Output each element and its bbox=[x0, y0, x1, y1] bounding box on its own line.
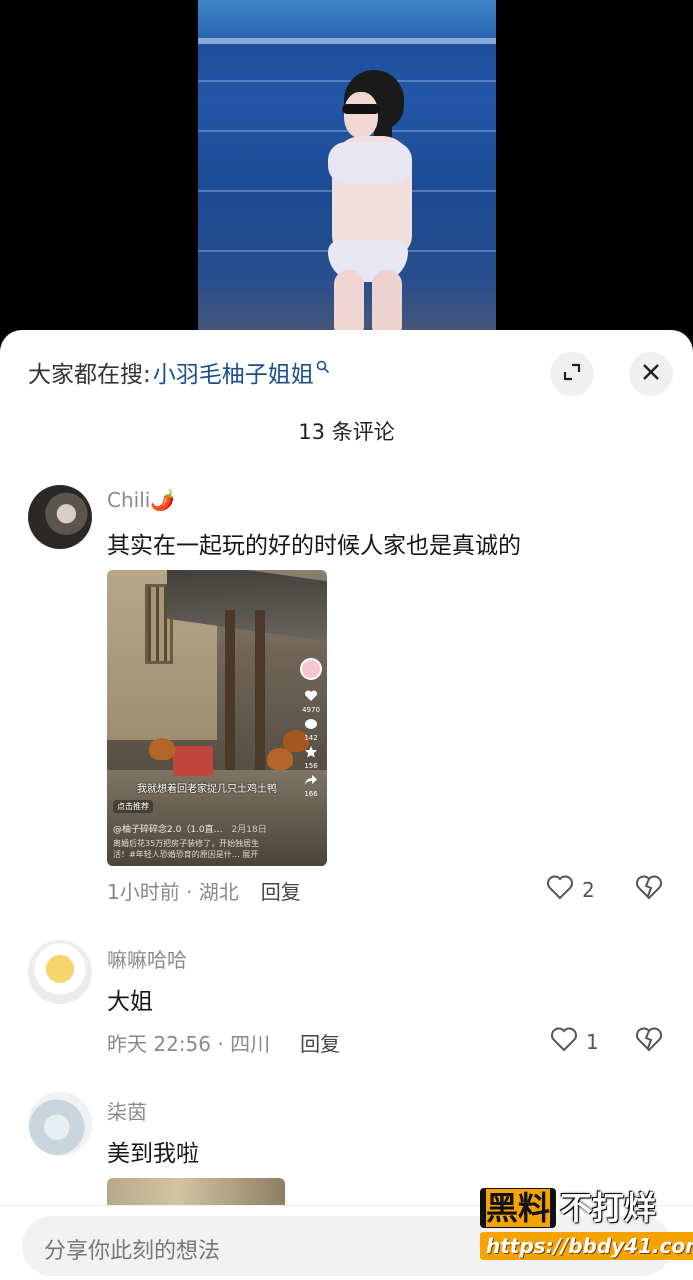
dislike-button[interactable] bbox=[635, 1026, 663, 1056]
comment-meta: 1小时前 · 湖北 回复 bbox=[107, 876, 301, 905]
comment-time-location: 昨天 22:56 · 四川 bbox=[107, 1032, 271, 1056]
comment-text: 大姐 bbox=[107, 989, 153, 1015]
comment-image[interactable]: 我就想着回老家捉几只土鸡土鸭 点击推荐 @柚子碎碎念2.0（1.0直… 2月18… bbox=[107, 570, 327, 866]
search-suggestion[interactable]: 大家都在搜: 小羽毛柚子姐姐 bbox=[28, 354, 330, 390]
like-button[interactable]: 2 bbox=[546, 874, 595, 905]
comment-count: 13 条评论 bbox=[298, 420, 395, 444]
comment-username[interactable]: 柒茵 bbox=[107, 1096, 147, 1125]
avatar[interactable] bbox=[28, 1092, 92, 1156]
reply-button[interactable]: 回复 bbox=[261, 876, 301, 905]
embed-tag: 点击推荐 bbox=[113, 800, 153, 813]
embed-caption: 我就想着回老家捉几只土鸡土鸭 bbox=[137, 784, 277, 795]
comment-image[interactable] bbox=[107, 1178, 285, 1208]
watermark-slogan: 不打烊 bbox=[560, 1189, 657, 1227]
close-button[interactable] bbox=[629, 352, 673, 396]
embed-author: @柚子碎碎念2.0（1.0直… 2月18日 bbox=[113, 825, 267, 835]
embed-description: 离婚后花35万把房子装修了，开始独居生 活！#年轻人恐婚恐育的原因是什… 展开 bbox=[113, 839, 260, 859]
comment-username[interactable]: 嘛嘛哈哈 bbox=[107, 944, 187, 973]
like-count: 1 bbox=[586, 1029, 599, 1054]
reply-button[interactable]: 回复 bbox=[300, 1028, 340, 1057]
embed-side-actions: 4970 142 156 166 bbox=[299, 658, 323, 798]
comment-text: 其实在一起玩的好的时候人家也是真诚的 bbox=[107, 533, 521, 559]
comment-input-placeholder: 分享你此刻的想法 bbox=[44, 1239, 221, 1264]
comment-sheet: 大家都在搜: 小羽毛柚子姐姐 13 条评论 Chili🌶️ 其实在一起玩的好的时… bbox=[0, 330, 693, 1280]
comment-time-location: 1小时前 · 湖北 bbox=[107, 880, 239, 904]
close-icon bbox=[640, 361, 662, 387]
embed-author-avatar bbox=[300, 658, 322, 680]
search-term-link[interactable]: 小羽毛柚子姐姐 bbox=[153, 355, 314, 389]
heart-icon bbox=[303, 689, 319, 703]
like-count: 2 bbox=[582, 877, 595, 902]
avatar[interactable] bbox=[28, 940, 92, 1004]
comment-meta: 昨天 22:56 · 四川 回复 bbox=[107, 1028, 340, 1057]
expand-button[interactable] bbox=[550, 352, 594, 396]
like-button[interactable]: 1 bbox=[550, 1026, 599, 1057]
comment-username[interactable]: Chili🌶️ bbox=[107, 488, 175, 512]
comment-text: 美到我啦 bbox=[107, 1141, 199, 1167]
embed-date: 2月18日 bbox=[231, 825, 267, 835]
avatar[interactable] bbox=[28, 485, 92, 549]
share-arrow-icon bbox=[303, 773, 319, 787]
watermark-url: https://bbdy41.com bbox=[480, 1232, 693, 1260]
video-preview[interactable] bbox=[0, 0, 693, 330]
search-icon bbox=[316, 354, 330, 380]
watermark: 黑料 不打烊 https://bbdy41.com bbox=[480, 1188, 693, 1268]
star-icon bbox=[303, 745, 319, 759]
heart-outline-icon bbox=[550, 1026, 578, 1057]
broken-heart-icon bbox=[635, 1027, 663, 1056]
comment-bubble-icon bbox=[303, 717, 319, 731]
watermark-brand: 黑料 bbox=[480, 1188, 557, 1228]
broken-heart-icon bbox=[635, 875, 663, 904]
expand-icon bbox=[561, 361, 583, 387]
search-prefix: 大家都在搜: bbox=[28, 362, 151, 388]
person-figure bbox=[314, 70, 434, 330]
dislike-button[interactable] bbox=[635, 874, 663, 904]
heart-outline-icon bbox=[546, 874, 574, 905]
video-frame-image bbox=[198, 0, 496, 330]
